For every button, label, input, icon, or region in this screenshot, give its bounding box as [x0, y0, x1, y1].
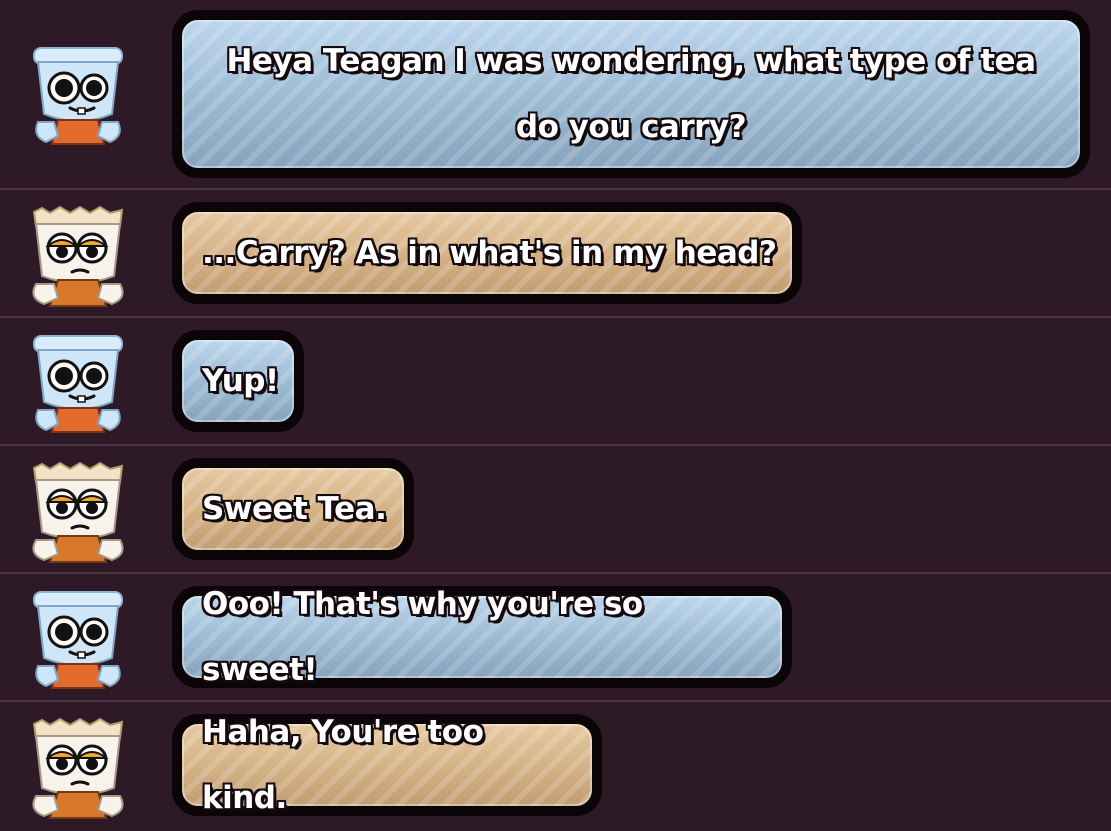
speech-bubble-blue: Ooo! That's why you're so sweet!: [172, 586, 792, 688]
message-text: Heya Teagan I was wondering, what type o…: [226, 43, 1036, 145]
message-text: ...Carry? As in what's in my head?: [202, 235, 777, 271]
message-row: Heya Teagan I was wondering, what type o…: [0, 0, 1111, 188]
message-row: Haha, You're too kind.: [0, 702, 1111, 827]
message-text: Ooo! That's why you're so sweet!: [202, 586, 643, 688]
speech-bubble-tan: Haha, You're too kind.: [172, 714, 602, 816]
speech-bubble-blue: Heya Teagan I was wondering, what type o…: [172, 10, 1090, 178]
message-row: Yup!: [0, 318, 1111, 444]
tan-teacup-character-icon: [28, 204, 128, 308]
blue-teacup-character-icon: [28, 588, 128, 692]
blue-teacup-character-icon: [28, 44, 128, 148]
speech-bubble-tan: ...Carry? As in what's in my head?: [172, 202, 802, 304]
message-row: Ooo! That's why you're so sweet!: [0, 574, 1111, 700]
dialogue-log: Heya Teagan I was wondering, what type o…: [0, 0, 1111, 827]
message-row: Sweet Tea.: [0, 446, 1111, 572]
speech-bubble-blue: Yup!: [172, 330, 304, 432]
tan-teacup-character-icon: [28, 716, 128, 820]
message-text: Haha, You're too kind.: [202, 714, 484, 816]
blue-teacup-character-icon: [28, 332, 128, 436]
tan-teacup-character-icon: [28, 460, 128, 564]
speech-bubble-tan: Sweet Tea.: [172, 458, 414, 560]
message-text: Yup!: [202, 363, 279, 399]
message-row: ...Carry? As in what's in my head?: [0, 190, 1111, 316]
message-text: Sweet Tea.: [202, 491, 387, 527]
